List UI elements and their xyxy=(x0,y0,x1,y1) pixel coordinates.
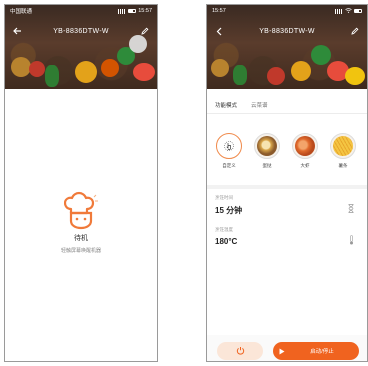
shrimp-image xyxy=(292,133,318,159)
mode-tabs: 功能模式 云菜谱 xyxy=(207,97,367,114)
cook-time-value: 15 分钟 xyxy=(215,206,243,215)
hero-food-banner: 中国联通 15:57 YB-8836DTW-W xyxy=(5,5,157,89)
battery-icon xyxy=(354,9,362,13)
mode-label: 蛋挞 xyxy=(262,163,272,168)
battery-icon xyxy=(128,9,137,13)
mode-label: 自定义 xyxy=(222,163,236,168)
start-stop-button[interactable]: 启动/停止 xyxy=(273,342,359,360)
phone-standby-screen: 中国联通 15:57 YB-8836DTW-W 待机 轻触屏幕唤醒机器 xyxy=(4,4,158,362)
mode-label: 薯条 xyxy=(338,163,348,168)
mode-egg-tart[interactable]: 蛋挞 xyxy=(254,133,280,177)
title-bar: YB-8836DTW-W xyxy=(207,23,367,39)
wake-hint-text: 轻触屏幕唤醒机器 xyxy=(60,248,101,254)
status-bar: 中国联通 15:57 xyxy=(5,5,157,17)
cook-time-label: 烹饪时间 xyxy=(215,195,233,200)
cook-temp-row[interactable]: 烹饪温度 180°C xyxy=(215,227,361,253)
cook-temp-label: 烹饪温度 xyxy=(215,227,233,232)
cook-time-row[interactable]: 烹饪时间 15 分钟 xyxy=(215,195,361,221)
mode-fries[interactable]: 薯条 xyxy=(330,133,356,177)
wifi-icon xyxy=(345,7,352,15)
standby-state-label: 待机 xyxy=(74,235,88,242)
back-chevron-icon[interactable] xyxy=(214,26,224,36)
device-title: YB-8836DTW-W xyxy=(53,27,109,35)
screenshot-canvas: 中国联通 15:57 YB-8836DTW-W 待机 轻触屏幕唤醒机器 15:5… xyxy=(0,0,368,366)
standby-panel[interactable]: 待机 轻触屏幕唤醒机器 xyxy=(5,191,157,254)
mode-label: 大虾 xyxy=(300,163,310,168)
section-divider xyxy=(207,185,367,189)
hero-food-banner: 15:57 YB-8836DTW-W xyxy=(207,5,367,89)
tab-function-mode[interactable]: 功能模式 xyxy=(215,97,237,114)
cook-temp-value: 180°C xyxy=(215,237,238,246)
fries-image xyxy=(330,133,356,159)
clock-label: 15:57 xyxy=(212,8,226,14)
back-arrow-icon[interactable] xyxy=(12,26,22,36)
chef-hat-icon xyxy=(63,191,98,231)
clock-label: 15:57 xyxy=(138,8,152,14)
power-icon xyxy=(236,342,245,360)
hourglass-icon xyxy=(347,203,355,213)
title-bar: YB-8836DTW-W xyxy=(5,23,157,39)
start-stop-label: 启动/停止 xyxy=(310,349,334,355)
phone-mode-screen: 15:57 YB-8836DTW-W 功能模式 云菜谱 自定义 蛋挞 大虾 薯条… xyxy=(206,4,368,362)
signal-icon xyxy=(118,8,127,14)
edit-pencil-icon[interactable] xyxy=(350,26,360,36)
cooking-mode-list: 自定义 蛋挞 大虾 薯条 xyxy=(207,133,367,177)
egg-tart-image xyxy=(254,133,280,159)
mode-shrimp[interactable]: 大虾 xyxy=(292,133,318,177)
thermometer-icon xyxy=(347,235,355,245)
tab-divider xyxy=(207,113,367,114)
carrier-label: 中国联通 xyxy=(10,9,33,15)
hand-tap-icon xyxy=(216,133,242,159)
edit-pencil-icon[interactable] xyxy=(140,26,150,36)
device-title: YB-8836DTW-W xyxy=(259,27,315,35)
play-icon xyxy=(279,348,291,355)
tab-cloud-recipes[interactable]: 云菜谱 xyxy=(251,97,268,113)
status-bar: 15:57 xyxy=(207,5,367,17)
power-button[interactable] xyxy=(217,342,263,360)
mode-custom[interactable]: 自定义 xyxy=(216,133,242,177)
signal-icon xyxy=(335,8,343,14)
